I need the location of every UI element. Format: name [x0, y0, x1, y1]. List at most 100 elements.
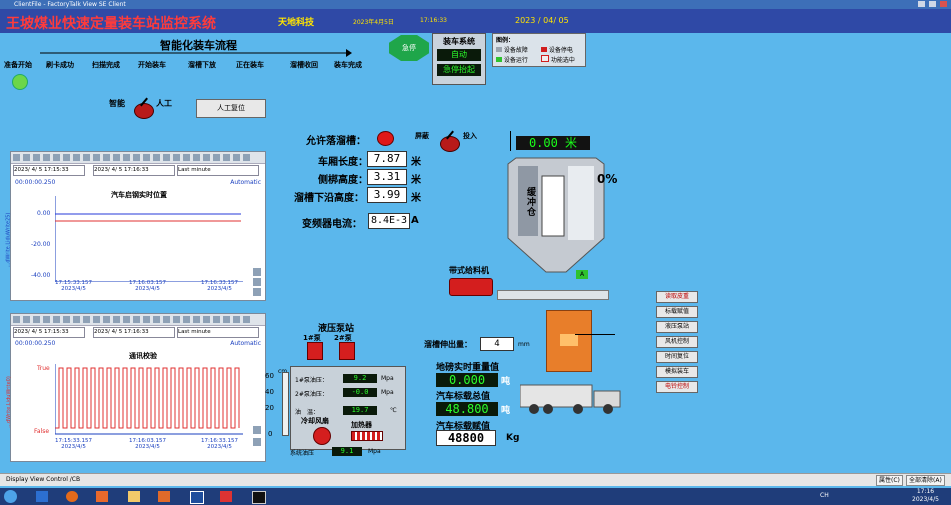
toolbar-icon[interactable] — [193, 154, 200, 161]
toolbar-icon[interactable] — [193, 316, 200, 323]
zoom-icon[interactable] — [253, 288, 261, 296]
x-tick: 17:15:33.157 2023/4/5 — [55, 280, 92, 292]
taskbar-app-icon[interactable] — [96, 491, 108, 502]
toolbar-icon[interactable] — [13, 154, 20, 161]
taskbar-app-icon[interactable] — [190, 491, 204, 504]
toolbar-icon[interactable] — [103, 316, 110, 323]
toolbar-icon[interactable] — [123, 316, 130, 323]
time-reset-button[interactable]: 时间复位 — [656, 351, 698, 363]
process-step: 正在装车 — [236, 61, 264, 69]
toolbar-icon[interactable] — [143, 316, 150, 323]
toolbar-icon[interactable] — [63, 154, 70, 161]
taskbar-app-icon[interactable] — [220, 491, 232, 502]
trend-y-axis-label: ...dWrite.LiduWrite25) — [5, 212, 12, 268]
bell-control-button[interactable]: 电铃控制 — [656, 381, 698, 393]
toolbar-icon[interactable] — [43, 154, 50, 161]
range-dropdown[interactable]: Last minute — [177, 165, 259, 176]
toolbar-icon[interactable] — [13, 316, 20, 323]
toolbar-icon[interactable] — [163, 316, 170, 323]
toolbar-icon[interactable] — [93, 316, 100, 323]
clear-all-button[interactable]: 全部清除(A) — [906, 475, 945, 486]
close-button[interactable] — [940, 1, 947, 7]
estop-button[interactable]: 急停 — [389, 35, 429, 61]
hydraulic-station-button[interactable]: 液压泵站 — [656, 321, 698, 333]
pump2-icon[interactable] — [339, 342, 355, 360]
toolbar-icon[interactable] — [163, 154, 170, 161]
toolbar-icon[interactable] — [213, 316, 220, 323]
toolbar-icon[interactable] — [243, 154, 250, 161]
toolbar-icon[interactable] — [23, 154, 30, 161]
zoom-icon[interactable] — [253, 268, 261, 276]
toolbar-icon[interactable] — [23, 316, 30, 323]
toolbar-icon[interactable] — [113, 316, 120, 323]
toolbar-icon[interactable] — [53, 154, 60, 161]
toolbar-icon[interactable] — [153, 316, 160, 323]
manual-reset-button[interactable]: 人工复位 — [196, 99, 266, 118]
toolbar-icon[interactable] — [153, 154, 160, 161]
range-dropdown[interactable]: Last minute — [177, 327, 259, 338]
load-set-input[interactable]: 48800 — [436, 430, 496, 446]
taskbar-app-icon[interactable] — [66, 491, 78, 502]
toolbar-icon[interactable] — [213, 154, 220, 161]
trend-scale-mode[interactable]: Automatic — [230, 179, 261, 186]
process-step: 开始装车 — [138, 61, 166, 69]
toolbar-icon[interactable] — [243, 316, 250, 323]
heater-icon[interactable] — [351, 431, 383, 441]
start-time-field[interactable]: 2023/ 4/ 5 17:15:33 — [13, 327, 85, 338]
taskbar-app-icon[interactable] — [158, 491, 170, 502]
read-tare-button[interactable]: 读取皮重 — [656, 291, 698, 303]
mode-selector-knob[interactable] — [134, 103, 154, 119]
simulate-loading-button[interactable]: 模拟装车 — [656, 366, 698, 378]
header-bar: 王坡煤业快速定量装车站监控系统 天地科技 2023年4月5日 17:16:33 … — [0, 9, 951, 33]
trend-scale-mode[interactable]: Automatic — [230, 340, 261, 347]
set-load-button[interactable]: 标载赋值 — [656, 306, 698, 318]
end-time-field[interactable]: 2023/ 4/ 5 17:16:33 — [93, 165, 175, 176]
start-button-icon[interactable] — [4, 490, 17, 503]
toolbar-icon[interactable] — [83, 316, 90, 323]
toolbar-icon[interactable] — [233, 154, 240, 161]
toolbar-icon[interactable] — [103, 154, 110, 161]
toolbar-icon[interactable] — [223, 316, 230, 323]
toolbar-icon[interactable] — [203, 154, 210, 161]
cooling-fan-icon[interactable] — [313, 427, 331, 445]
toolbar-icon[interactable] — [133, 154, 140, 161]
toolbar-icon[interactable] — [73, 316, 80, 323]
taskbar-app-icon[interactable] — [36, 491, 48, 502]
unit-label: 米 — [411, 175, 421, 186]
toolbar-icon[interactable] — [83, 154, 90, 161]
chute-extension-pointer — [575, 334, 615, 335]
minimize-button[interactable] — [918, 1, 925, 7]
toolbar-icon[interactable] — [33, 154, 40, 161]
toolbar-icon[interactable] — [223, 154, 230, 161]
maximize-button[interactable] — [929, 1, 936, 7]
zoom-icon[interactable] — [253, 426, 261, 434]
toolbar-icon[interactable] — [33, 316, 40, 323]
pump1-icon[interactable] — [307, 342, 323, 360]
toolbar-icon[interactable] — [113, 154, 120, 161]
fan-control-button[interactable]: 风机控制 — [656, 336, 698, 348]
toolbar-icon[interactable] — [43, 316, 50, 323]
zoom-icon[interactable] — [253, 278, 261, 286]
toolbar-icon[interactable] — [173, 316, 180, 323]
toolbar-icon[interactable] — [123, 154, 130, 161]
toolbar-icon[interactable] — [53, 316, 60, 323]
toolbar-icon[interactable] — [73, 154, 80, 161]
feeder-motor-icon[interactable] — [449, 278, 493, 296]
toolbar-icon[interactable] — [173, 154, 180, 161]
toolbar-icon[interactable] — [183, 154, 190, 161]
toolbar-icon[interactable] — [233, 316, 240, 323]
properties-button[interactable]: 属性(C) — [876, 475, 903, 486]
bin-level-arrow — [510, 131, 511, 151]
toolbar-icon[interactable] — [203, 316, 210, 323]
taskbar-app-icon[interactable] — [128, 491, 140, 502]
zoom-icon[interactable] — [253, 438, 261, 446]
toolbar-icon[interactable] — [133, 316, 140, 323]
toolbar-icon[interactable] — [93, 154, 100, 161]
start-time-field[interactable]: 2023/ 4/ 5 17:15:33 — [13, 165, 85, 176]
end-time-field[interactable]: 2023/ 4/ 5 17:16:33 — [93, 327, 175, 338]
toolbar-icon[interactable] — [63, 316, 70, 323]
toolbar-icon[interactable] — [183, 316, 190, 323]
toolbar-icon[interactable] — [143, 154, 150, 161]
taskbar-app-icon[interactable] — [252, 491, 266, 504]
shield-selector-knob[interactable] — [440, 136, 460, 152]
